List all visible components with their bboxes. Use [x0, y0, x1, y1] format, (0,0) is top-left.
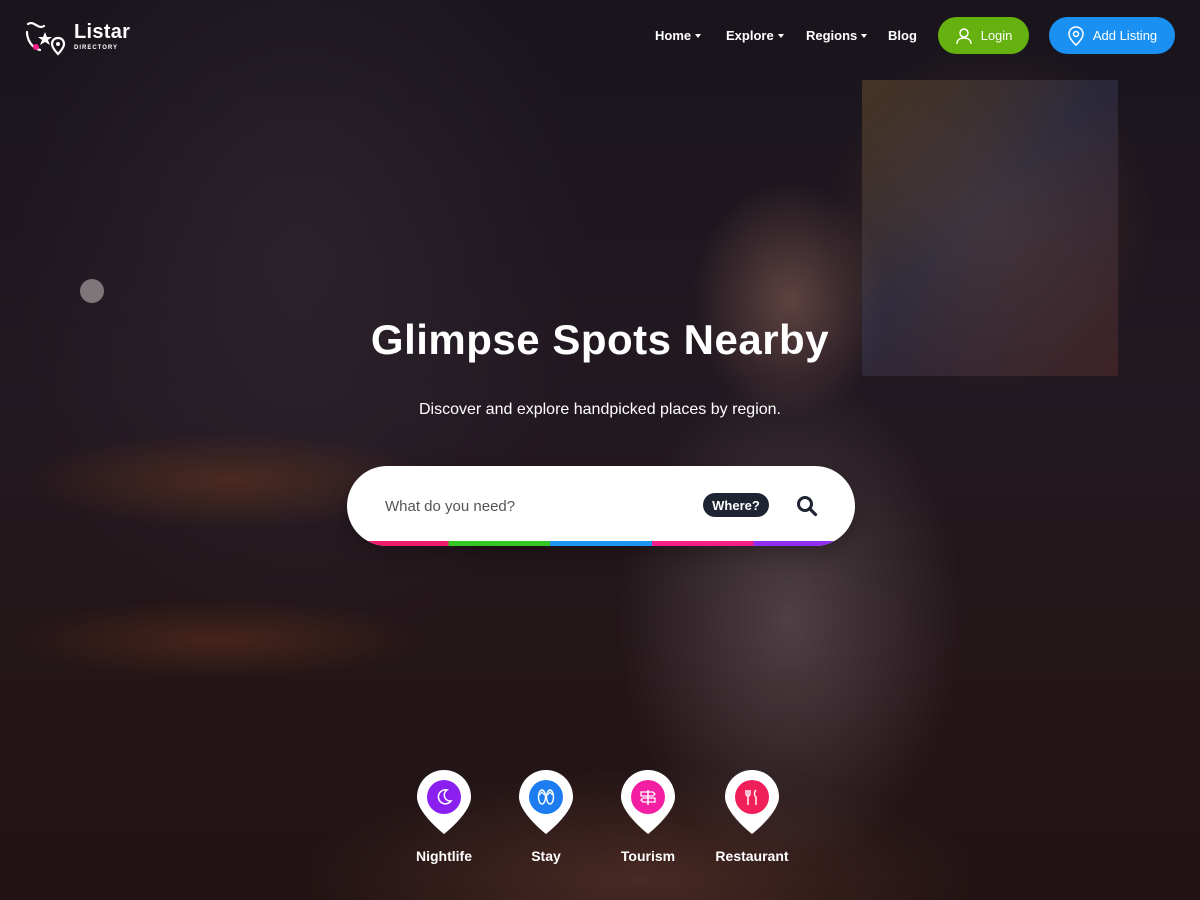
site-header: Listar DIRECTORY Home Explore Regions Bl…	[0, 0, 1200, 70]
nav-item-label: Home	[655, 27, 692, 43]
nav-item-explore[interactable]: Explore	[726, 26, 784, 44]
brand-name: Listar	[74, 20, 131, 43]
where-button[interactable]: Where?	[703, 493, 769, 517]
search-button[interactable]	[793, 492, 821, 520]
search-icon	[797, 496, 818, 517]
hero-title: Glimpse Spots Nearby	[370, 316, 830, 363]
signpost-icon	[631, 780, 665, 814]
nav-item-blog[interactable]: Blog	[888, 26, 917, 44]
nav-item-regions[interactable]: Regions	[806, 26, 868, 44]
category-nightlife[interactable]: Nightlife	[394, 768, 494, 878]
login-label: Login	[980, 28, 1013, 43]
category-label: Stay	[531, 848, 561, 864]
site-logo[interactable]: Listar DIRECTORY	[24, 16, 144, 56]
category-label: Tourism	[620, 848, 676, 864]
login-button[interactable]: Login	[938, 17, 1029, 54]
flip-flops-icon	[529, 780, 563, 814]
caret-down-icon	[695, 33, 702, 38]
nav-item-home[interactable]: Home	[655, 26, 702, 44]
search-bar: Where?	[347, 466, 855, 546]
caret-down-icon	[861, 33, 868, 38]
caret-down-icon	[777, 33, 784, 38]
category-label: Nightlife	[416, 848, 472, 864]
hero-subtitle: Discover and explore handpicked places b…	[419, 401, 781, 418]
nav-item-label: Blog	[888, 27, 917, 43]
page: Listar DIRECTORY Home Explore Regions Bl…	[0, 0, 1200, 900]
category-tourism[interactable]: Tourism	[598, 768, 698, 878]
category-label: Restaurant	[715, 848, 789, 864]
category-stay[interactable]: Stay	[496, 768, 596, 878]
search-color-stripe	[347, 541, 855, 546]
nav-item-label: Explore	[726, 27, 774, 43]
cutlery-icon	[735, 780, 769, 814]
search-input[interactable]	[383, 491, 687, 521]
hero-overlay	[0, 0, 1200, 900]
brand-tagline: DIRECTORY	[74, 44, 119, 51]
moon-icon	[427, 780, 461, 814]
category-restaurant[interactable]: Restaurant	[702, 768, 802, 878]
add-listing-label: Add Listing	[1092, 28, 1158, 43]
user-icon	[955, 27, 972, 44]
logo-map-icon	[25, 22, 66, 56]
add-listing-button[interactable]: Add Listing	[1049, 17, 1175, 54]
nav-item-label: Regions	[806, 27, 858, 43]
map-pin-icon	[1068, 25, 1084, 46]
